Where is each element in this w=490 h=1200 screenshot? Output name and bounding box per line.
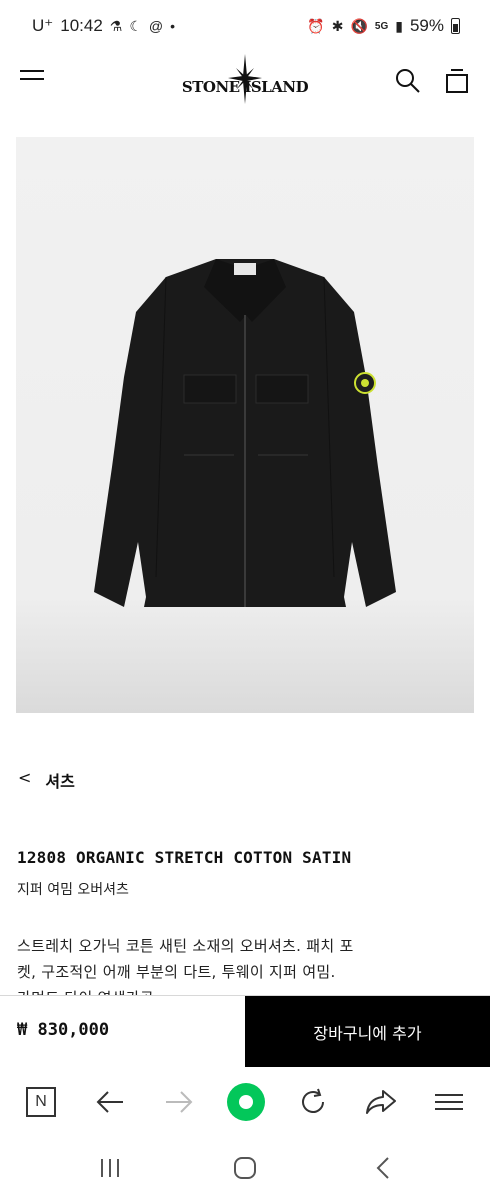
mute-icon: 🔇 [350, 18, 368, 34]
menu-icon-bar [20, 70, 44, 72]
menu-icon-bar [20, 78, 44, 80]
green-action-button[interactable] [226, 1082, 266, 1122]
dot-icon: • [170, 18, 176, 34]
breadcrumb-back-icon[interactable]: < [18, 768, 31, 792]
carrier-label: U⁺ [32, 16, 54, 35]
threads-icon: @ [148, 18, 164, 34]
product-subtitle: 지퍼 여밈 오버셔츠 [17, 882, 129, 898]
site-header: STONE ISLAND [0, 52, 490, 112]
breadcrumb[interactable]: < 셔츠 [18, 768, 75, 792]
bluetooth-icon: ✱ [331, 18, 344, 34]
menu-icon [435, 1094, 463, 1110]
back-button[interactable] [92, 1084, 128, 1120]
recent-apps-button[interactable] [95, 1153, 125, 1183]
purchase-bar: ₩ 830,000 장바구니에 추가 [0, 995, 490, 1068]
battery-icon [451, 18, 460, 34]
green-dot-icon [227, 1083, 265, 1121]
status-right: ⏰ ✱ 🔇 5G ▮ 59% [307, 16, 460, 36]
product-title: 12808 ORGANIC STRETCH COTTON SATIN [17, 848, 352, 867]
naver-home-icon: N [26, 1087, 56, 1117]
back-arrow-icon [96, 1091, 123, 1113]
menu-button[interactable] [20, 70, 46, 92]
shopping-bag-button[interactable] [444, 68, 470, 94]
home-icon [234, 1157, 256, 1179]
status-bar: U⁺ 10:42 ⚗ ☾ @ • ⏰ ✱ 🔇 5G ▮ 59% [0, 0, 490, 52]
stone-island-logo[interactable]: STONE ISLAND [180, 54, 310, 104]
clock: 10:42 [60, 16, 103, 35]
browser-toolbar: N [0, 1067, 490, 1137]
add-to-cart-button[interactable]: 장바구니에 추가 [245, 996, 490, 1068]
description-line: 스트레치 오가닉 코튼 새틴 소재의 오버셔츠. 패치 포 [17, 937, 354, 955]
app-notification-icon: ⚗ [109, 18, 123, 34]
description-line: 켓, 구조적인 어깨 부분의 다트, 투웨이 지퍼 여밈. [17, 963, 336, 981]
alarm-icon: ⏰ [307, 18, 325, 34]
network-type: 5G [374, 20, 389, 32]
share-button[interactable] [363, 1084, 399, 1120]
shopping-bag-icon [446, 69, 468, 93]
naver-home-button[interactable]: N [23, 1084, 59, 1120]
status-left: U⁺ 10:42 ⚗ ☾ @ • [32, 16, 175, 36]
forward-button[interactable] [161, 1084, 197, 1120]
moon-icon: ☾ [129, 18, 142, 34]
product-image[interactable] [16, 137, 474, 713]
breadcrumb-category[interactable]: 셔츠 [45, 768, 74, 792]
browser-menu-button[interactable] [431, 1084, 467, 1120]
refresh-button[interactable] [295, 1084, 331, 1120]
system-back-button[interactable] [368, 1153, 398, 1183]
share-icon [366, 1090, 396, 1114]
system-nav-bar [0, 1137, 490, 1200]
back-icon [376, 1157, 389, 1179]
signal-icon: ▮ [395, 18, 403, 34]
home-button[interactable] [230, 1153, 260, 1183]
search-icon [396, 69, 420, 93]
refresh-icon [302, 1088, 324, 1113]
black-overshirt-image [94, 259, 396, 607]
battery-percent: 59% [409, 16, 444, 35]
forward-arrow-icon [166, 1091, 193, 1113]
logo-text: STONE ISLAND [181, 78, 309, 96]
product-price: ₩ 830,000 [17, 1020, 110, 1040]
recent-apps-icon [101, 1159, 119, 1177]
search-button[interactable] [395, 68, 421, 94]
